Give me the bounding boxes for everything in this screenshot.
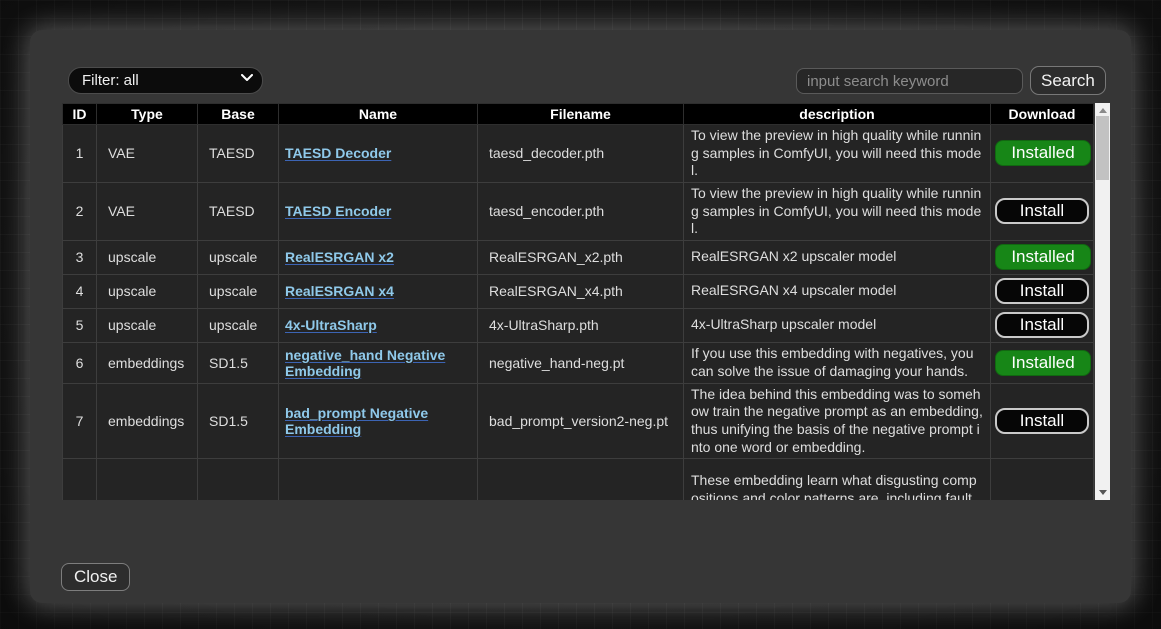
scrollbar-thumb[interactable] bbox=[1096, 116, 1109, 180]
cell-filename bbox=[478, 459, 684, 500]
cell-base: SD1.5 bbox=[198, 383, 279, 459]
cell-name: RealESRGAN x4 bbox=[279, 274, 478, 308]
cell-name: TAESD Encoder bbox=[279, 182, 478, 240]
model-link[interactable]: RealESRGAN x4 bbox=[285, 283, 394, 299]
column-header-type: Type bbox=[97, 104, 198, 125]
cell-type: upscale bbox=[97, 240, 198, 274]
cell-download: Install bbox=[991, 274, 1094, 308]
cell-download: Install bbox=[991, 182, 1094, 240]
cell-base bbox=[198, 459, 279, 500]
table-row: 7 embeddings SD1.5 bad_prompt Negative E… bbox=[63, 383, 1094, 459]
column-header-name: Name bbox=[279, 104, 478, 125]
close-button[interactable]: Close bbox=[61, 563, 130, 591]
installed-button[interactable]: Installed bbox=[995, 244, 1091, 270]
cell-name: TAESD Decoder bbox=[279, 125, 478, 183]
install-models-dialog: Filter: all Search ID Type Base Name Fil… bbox=[30, 30, 1131, 603]
cell-description: RealESRGAN x2 upscaler model bbox=[684, 240, 991, 274]
installed-button[interactable]: Installed bbox=[995, 350, 1091, 376]
cell-id: 2 bbox=[63, 182, 97, 240]
model-link[interactable]: bad_prompt Negative Embedding bbox=[285, 405, 428, 437]
cell-id: 4 bbox=[63, 274, 97, 308]
column-header-base: Base bbox=[198, 104, 279, 125]
cell-type: upscale bbox=[97, 308, 198, 342]
cell-filename: 4x-UltraSharp.pth bbox=[478, 308, 684, 342]
cell-download: Installed bbox=[991, 240, 1094, 274]
cell-download: Install bbox=[991, 383, 1094, 459]
model-link[interactable]: TAESD Encoder bbox=[285, 203, 391, 219]
cell-filename: taesd_decoder.pth bbox=[478, 125, 684, 183]
table-row: 5 upscale upscale 4x-UltraSharp 4x-Ultra… bbox=[63, 308, 1094, 342]
model-link[interactable]: RealESRGAN x2 bbox=[285, 249, 394, 265]
column-header-id: ID bbox=[63, 104, 97, 125]
cell-id: 1 bbox=[63, 125, 97, 183]
cell-id: 5 bbox=[63, 308, 97, 342]
table-body: 1 VAE TAESD TAESD Decoder taesd_decoder.… bbox=[63, 125, 1094, 501]
column-header-filename: Filename bbox=[478, 104, 684, 125]
cell-base: TAESD bbox=[198, 125, 279, 183]
cell-download: Install bbox=[991, 308, 1094, 342]
install-button[interactable]: Install bbox=[995, 278, 1089, 304]
cell-description: The idea behind this embedding was to so… bbox=[684, 383, 991, 459]
cell-name: 4x-UltraSharp bbox=[279, 308, 478, 342]
cell-description: To view the preview in high quality whil… bbox=[684, 182, 991, 240]
cell-filename: RealESRGAN_x2.pth bbox=[478, 240, 684, 274]
cell-description: If you use this embedding with negatives… bbox=[684, 342, 991, 383]
cell-description: These embedding learn what disgusting co… bbox=[684, 459, 991, 500]
cell-type: embeddings bbox=[97, 383, 198, 459]
cell-base: SD1.5 bbox=[198, 342, 279, 383]
cell-type: VAE bbox=[97, 125, 198, 183]
cell-type: upscale bbox=[97, 274, 198, 308]
install-button[interactable]: Install bbox=[995, 312, 1089, 338]
cell-base: upscale bbox=[198, 274, 279, 308]
cell-name: RealESRGAN x2 bbox=[279, 240, 478, 274]
cell-name bbox=[279, 459, 478, 500]
cell-description: RealESRGAN x4 upscaler model bbox=[684, 274, 991, 308]
cell-type: embeddings bbox=[97, 342, 198, 383]
cell-type bbox=[97, 459, 198, 500]
cell-base: upscale bbox=[198, 240, 279, 274]
installed-button[interactable]: Installed bbox=[995, 140, 1091, 166]
table-row: 1 VAE TAESD TAESD Decoder taesd_decoder.… bbox=[63, 125, 1094, 183]
scroll-down-icon[interactable] bbox=[1095, 486, 1110, 499]
cell-filename: negative_hand-neg.pt bbox=[478, 342, 684, 383]
cell-id: 7 bbox=[63, 383, 97, 459]
model-link[interactable]: 4x-UltraSharp bbox=[285, 317, 377, 333]
table-row: 3 upscale upscale RealESRGAN x2 RealESRG… bbox=[63, 240, 1094, 274]
cell-name: bad_prompt Negative Embedding bbox=[279, 383, 478, 459]
cell-download: Installed bbox=[991, 342, 1094, 383]
table-row: These embedding learn what disgusting co… bbox=[63, 459, 1094, 500]
cell-id bbox=[63, 459, 97, 500]
models-table: ID Type Base Name Filename description D… bbox=[62, 103, 1094, 500]
cell-base: upscale bbox=[198, 308, 279, 342]
cell-filename: RealESRGAN_x4.pth bbox=[478, 274, 684, 308]
table-header-row: ID Type Base Name Filename description D… bbox=[63, 104, 1094, 125]
cell-filename: taesd_encoder.pth bbox=[478, 182, 684, 240]
cell-download: Installed bbox=[991, 125, 1094, 183]
cell-description: To view the preview in high quality whil… bbox=[684, 125, 991, 183]
model-link[interactable]: TAESD Decoder bbox=[285, 145, 391, 161]
filter-select[interactable]: Filter: all bbox=[68, 67, 263, 94]
column-header-description: description bbox=[684, 104, 991, 125]
table-row: 2 VAE TAESD TAESD Encoder taesd_encoder.… bbox=[63, 182, 1094, 240]
cell-name: negative_hand Negative Embedding bbox=[279, 342, 478, 383]
install-button[interactable]: Install bbox=[995, 198, 1089, 224]
table-row: 4 upscale upscale RealESRGAN x4 RealESRG… bbox=[63, 274, 1094, 308]
cell-download bbox=[991, 459, 1094, 500]
cell-filename: bad_prompt_version2-neg.pt bbox=[478, 383, 684, 459]
vertical-scrollbar[interactable] bbox=[1095, 103, 1110, 500]
cell-description: 4x-UltraSharp upscaler model bbox=[684, 308, 991, 342]
cell-base: TAESD bbox=[198, 182, 279, 240]
models-table-container: ID Type Base Name Filename description D… bbox=[62, 103, 1110, 500]
cell-id: 6 bbox=[63, 342, 97, 383]
filter-select-wrap: Filter: all bbox=[68, 67, 263, 94]
cell-id: 3 bbox=[63, 240, 97, 274]
search-input[interactable] bbox=[796, 68, 1023, 94]
install-button[interactable]: Install bbox=[995, 408, 1089, 434]
model-link[interactable]: negative_hand Negative Embedding bbox=[285, 347, 445, 379]
column-header-download: Download bbox=[991, 104, 1094, 125]
search-button[interactable]: Search bbox=[1030, 66, 1106, 95]
table-row: 6 embeddings SD1.5 negative_hand Negativ… bbox=[63, 342, 1094, 383]
cell-type: VAE bbox=[97, 182, 198, 240]
